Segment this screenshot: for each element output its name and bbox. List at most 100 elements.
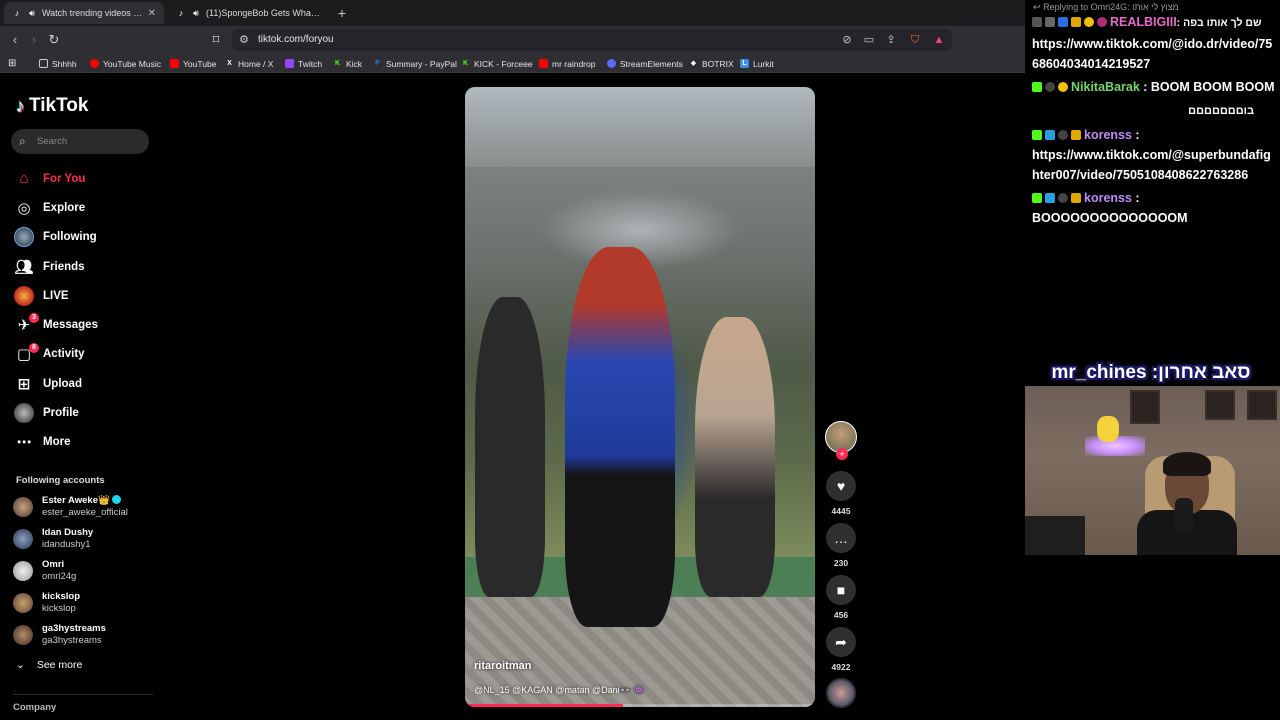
- tiktok-icon: ♪: [16, 95, 25, 116]
- chat-message: https://www.tiktok.com/@ido.dr/video/756…: [1032, 34, 1278, 74]
- youtube-music-icon: [90, 59, 99, 68]
- reload-button[interactable]: ↻: [45, 31, 63, 49]
- following-account[interactable]: Omri omri24g: [13, 556, 163, 586]
- diamond-badge-icon: [1045, 130, 1055, 140]
- share-arrow-icon[interactable]: ➦: [826, 627, 856, 657]
- sidebar-item-label: Activity: [43, 348, 85, 361]
- cast-icon[interactable]: ▭: [862, 33, 876, 47]
- browser-window: ♪ 🔊︎ Watch trending videos for you ✕ ♪ 🔊…: [0, 0, 1025, 720]
- see-more-button[interactable]: ⌄ See more: [16, 659, 82, 671]
- creator-avatar[interactable]: +: [825, 421, 857, 460]
- bookmark-streamelements[interactable]: StreamElements: [607, 57, 683, 70]
- paypal-icon: P: [375, 60, 380, 67]
- sidebar-item-following[interactable]: Following: [14, 223, 164, 252]
- share-icon[interactable]: ⇪: [884, 33, 898, 47]
- comment-action[interactable]: … 230: [826, 523, 856, 568]
- video-player[interactable]: [465, 87, 815, 707]
- account-username: idandushy1: [42, 539, 91, 550]
- bookmark-shhhh[interactable]: Shhhh: [39, 57, 77, 70]
- bookmark-kick[interactable]: K Kick: [333, 57, 362, 70]
- following-account[interactable]: Idan Dushy idandushy1: [13, 524, 163, 554]
- save-action[interactable]: ■ 456: [826, 575, 856, 620]
- bookmarks-bar: ⊞ Shhhh YouTube Music YouTube X Home / X …: [0, 54, 1025, 73]
- following-account[interactable]: Ester Aweke👑 ester_aweke_official: [13, 492, 163, 522]
- live-icon: [14, 285, 34, 306]
- bookmark-label: mr raindrop: [552, 58, 596, 69]
- share-action[interactable]: ➦ 4922: [826, 627, 856, 672]
- following-account[interactable]: kickslop kickslop: [13, 588, 163, 618]
- sidebar-item-explore[interactable]: ◎ Explore: [14, 193, 164, 222]
- chat-text: שם לך אותו בפה: [1183, 17, 1262, 29]
- tiktok-logo[interactable]: ♪ TikTok: [16, 95, 88, 117]
- follow-plus-icon[interactable]: +: [836, 448, 848, 460]
- new-tab-button[interactable]: +: [334, 4, 350, 22]
- mute-icon[interactable]: ⊘: [840, 33, 854, 47]
- chat-username: korenss: [1084, 128, 1132, 142]
- comment-icon[interactable]: …: [826, 523, 856, 553]
- bookmark-botrix[interactable]: ◆ BOTRIX: [689, 57, 734, 70]
- bookmark-label: Home / X: [238, 58, 274, 69]
- tab-spongebob[interactable]: ♪ 🔊︎ (11)SpongeBob Gets What He De: [168, 2, 328, 24]
- friends-icon: 👥︎: [14, 258, 34, 276]
- kick-badge-icon: [1032, 130, 1042, 140]
- video-frame-person: [695, 317, 775, 597]
- address-bar[interactable]: ⚙ tiktok.com/foryou ⊘ ▭ ⇪ ⛉ ▲: [232, 29, 952, 51]
- chat-username: NikitaBarak: [1071, 80, 1140, 94]
- bookmark-kick-forceee[interactable]: K KICK - Forceee: [461, 57, 533, 70]
- close-tab-icon[interactable]: ✕: [148, 8, 156, 19]
- sidebar-item-activity[interactable]: ▢ 8 Activity: [14, 340, 164, 369]
- lurkit-icon: L: [740, 59, 749, 68]
- sidebar-item-messages[interactable]: ✈︎ 3 Messages: [14, 310, 164, 339]
- botrix-icon: ◆: [690, 60, 697, 67]
- sidebar-item-live[interactable]: LIVE: [14, 281, 164, 310]
- speaker-icon: 🔊︎: [193, 8, 199, 18]
- bookmark-icon[interactable]: ■: [826, 575, 856, 605]
- trash-icon: [1032, 17, 1042, 27]
- level-badge-icon: [1084, 17, 1094, 27]
- brave-rewards-icon[interactable]: ▲: [932, 33, 946, 47]
- forward-button[interactable]: ›: [25, 31, 43, 49]
- bookmark-youtube[interactable]: YouTube: [170, 57, 216, 70]
- bookmark-paypal[interactable]: P Summary - PayPal: [373, 57, 457, 70]
- bookmark-home-x[interactable]: X Home / X: [225, 57, 273, 70]
- verified-icon: [112, 495, 122, 504]
- diamond-badge-icon: [1045, 193, 1055, 203]
- sidebar-item-label: LIVE: [43, 289, 69, 302]
- bookmark-youtube-music[interactable]: YouTube Music: [90, 57, 161, 70]
- brave-shield-icon[interactable]: ⛉: [908, 33, 922, 47]
- search-input[interactable]: ⌕ Search: [11, 129, 149, 154]
- sidebar-item-profile[interactable]: Profile: [14, 398, 164, 427]
- profile-avatar-icon: [14, 403, 34, 424]
- tiktok-icon: ♪: [178, 8, 184, 18]
- chat-message: korenss : https://www.tiktok.com/@superbu…: [1032, 128, 1271, 182]
- sidebar-item-for-you[interactable]: ⌂ For You: [14, 164, 164, 193]
- bookmark-label: YouTube Music: [103, 58, 161, 69]
- apps-grid-icon[interactable]: ⊞: [8, 57, 16, 70]
- video-author[interactable]: ritaroitman: [474, 660, 531, 672]
- sidebar-item-friends[interactable]: 👥︎ Friends: [14, 252, 164, 281]
- x-icon: X: [227, 60, 232, 67]
- kick-badge-icon: [1032, 193, 1042, 203]
- following-account[interactable]: ga3hystreams ga3hystreams: [13, 620, 163, 650]
- tab-tiktok-foryou[interactable]: ♪ 🔊︎ Watch trending videos for you ✕: [4, 2, 164, 24]
- account-username: ga3hystreams: [42, 635, 102, 646]
- video-progress-bar[interactable]: [465, 704, 815, 707]
- sidebar-item-label: Profile: [43, 407, 79, 420]
- video-frame-person: [565, 247, 675, 627]
- like-action[interactable]: ♥ 4445: [826, 471, 856, 516]
- site-info-icon[interactable]: ⚙: [237, 33, 251, 47]
- sidebar-item-more[interactable]: ⋯ More: [14, 428, 164, 457]
- bookmark-page-icon[interactable]: ⌑: [207, 31, 225, 49]
- crown-badge-icon: [1071, 193, 1081, 203]
- company-link[interactable]: Company: [13, 702, 56, 713]
- bookmark-twitch[interactable]: Twitch: [285, 57, 322, 70]
- heart-icon[interactable]: ♥: [826, 471, 856, 501]
- bookmark-lurkit[interactable]: L Lurkit: [740, 57, 774, 70]
- music-disc-icon[interactable]: [826, 678, 856, 708]
- sidebar-item-label: Messages: [43, 319, 98, 332]
- chat-message: REALBIGIII: שם לך אותו בפה: [1032, 12, 1278, 33]
- chat-text: בוםםםםםםם: [1188, 105, 1254, 117]
- back-button[interactable]: ‹: [6, 31, 24, 49]
- bookmark-mr-raindrop[interactable]: mr raindrop: [539, 57, 595, 70]
- sidebar-item-upload[interactable]: ⊞ Upload: [14, 369, 164, 398]
